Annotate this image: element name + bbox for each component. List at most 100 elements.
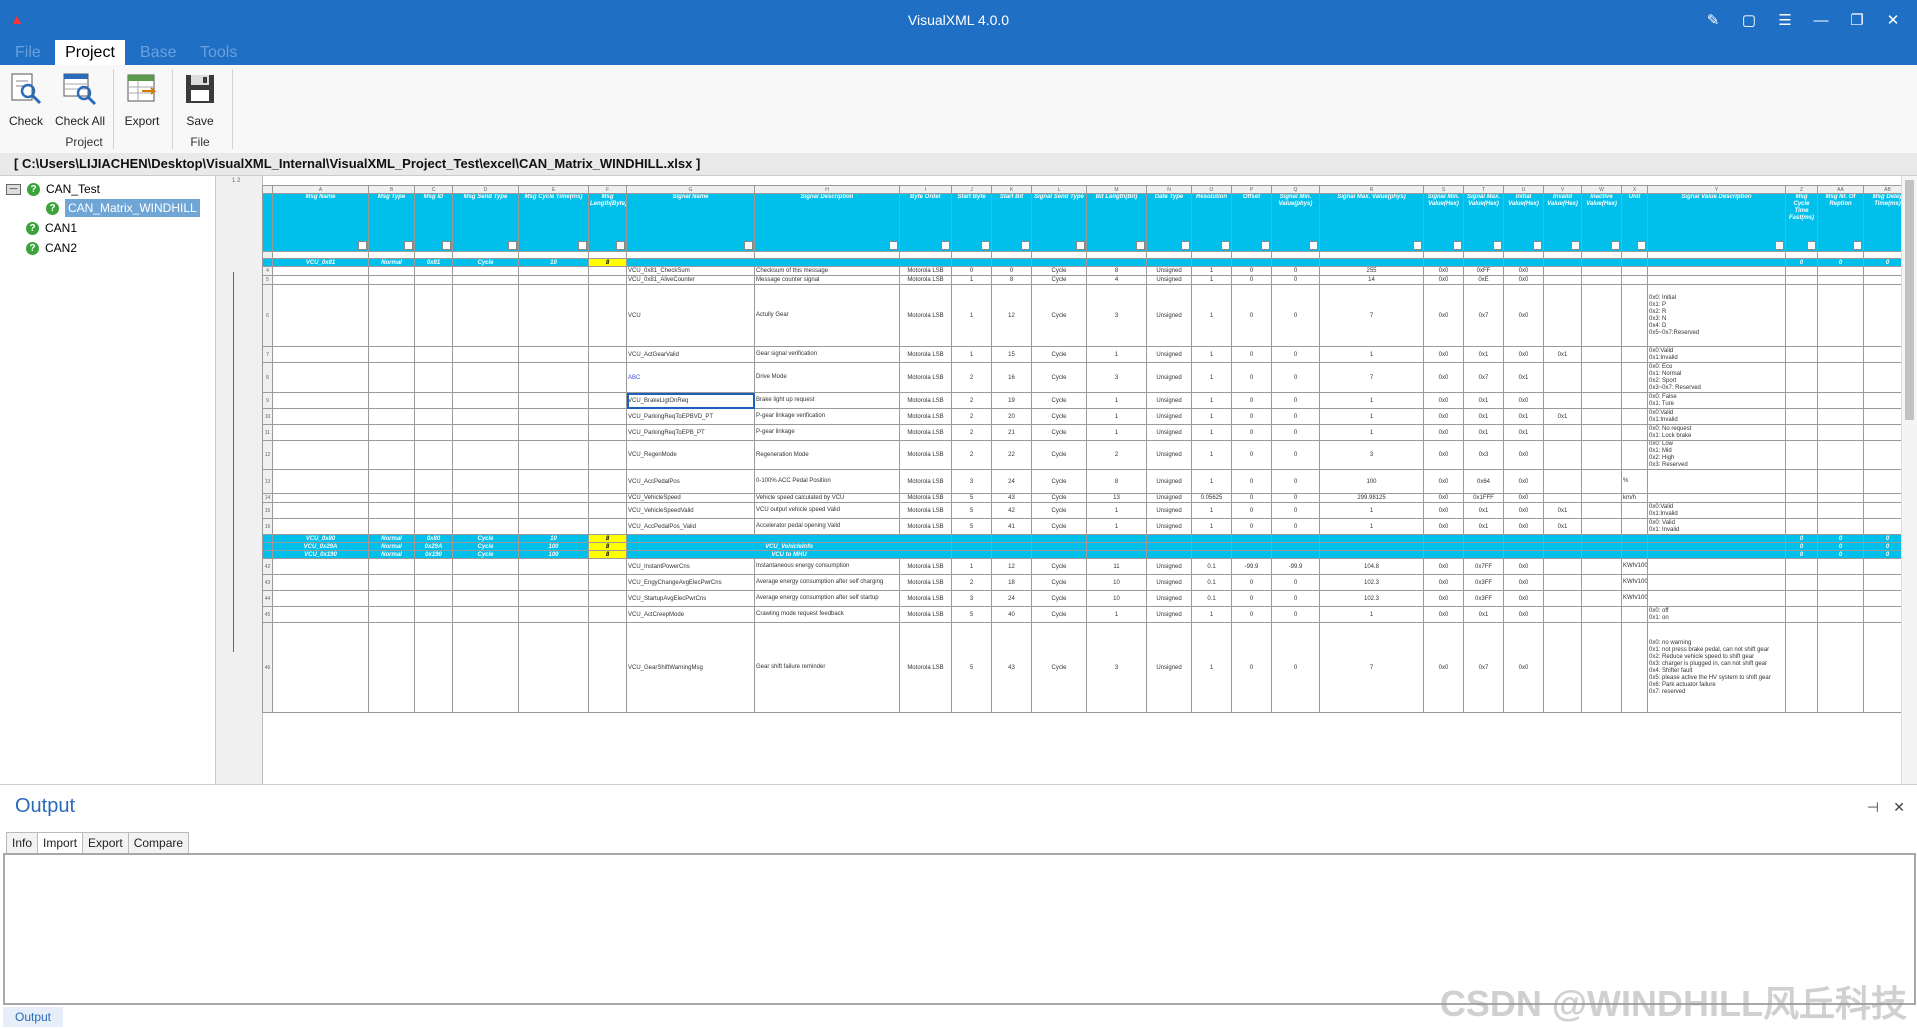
signal-sbit-cell[interactable]: 20: [991, 408, 1032, 425]
signal-res-cell[interactable]: 1: [1191, 266, 1232, 276]
signal-minh-cell[interactable]: 0x0: [1423, 392, 1464, 409]
corner-cell[interactable]: [262, 185, 273, 194]
signal-res-cell[interactable]: 1: [1191, 440, 1232, 470]
signal-init-cell[interactable]: 0x0: [1503, 606, 1544, 623]
signal-order-cell[interactable]: Motorola LSB: [899, 574, 952, 591]
signal-unit-cell[interactable]: [1621, 392, 1648, 409]
column-header[interactable]: Offset: [1231, 193, 1272, 252]
signal-unit-cell[interactable]: [1621, 424, 1648, 441]
signal-name-cell[interactable]: VCU_BrakeLigtOnReq: [626, 392, 755, 409]
signal-off-cell[interactable]: 0: [1231, 440, 1272, 470]
scroll-thumb[interactable]: [1905, 180, 1914, 420]
signal-order-cell[interactable]: Motorola LSB: [899, 493, 952, 503]
signal-order-cell[interactable]: Motorola LSB: [899, 266, 952, 276]
table-cell[interactable]: [1031, 251, 1087, 259]
signal-maxh-cell[interactable]: 0x1: [1463, 518, 1504, 535]
signal-maxh-cell[interactable]: 0x7: [1463, 284, 1504, 347]
signal-sbyte-cell[interactable]: 5: [951, 622, 992, 713]
signal-res-cell[interactable]: 0.05625: [1191, 493, 1232, 503]
signal-maxh-cell[interactable]: 0x7FF: [1463, 558, 1504, 575]
table-cell[interactable]: [1543, 251, 1582, 259]
signal-stype-cell[interactable]: Cycle: [1031, 424, 1087, 441]
filter-dropdown-icon[interactable]: [744, 241, 753, 250]
signal-init-cell[interactable]: 0x0: [1503, 590, 1544, 607]
signal-order-cell[interactable]: Motorola LSB: [899, 346, 952, 363]
signal-max-cell[interactable]: 3: [1319, 440, 1424, 470]
msg-type-cell[interactable]: Normal: [368, 258, 415, 267]
table-cell[interactable]: [272, 493, 369, 503]
table-cell[interactable]: [1817, 469, 1864, 494]
table-cell[interactable]: [1647, 534, 1786, 543]
table-cell[interactable]: [518, 346, 589, 363]
signal-name-cell[interactable]: VCU: [626, 284, 755, 347]
signal-order-cell[interactable]: Motorola LSB: [899, 518, 952, 535]
msg-delay-cell[interactable]: 0: [1863, 550, 1901, 559]
table-cell[interactable]: [452, 408, 519, 425]
table-cell[interactable]: [1785, 284, 1818, 347]
signal-row[interactable]: 11 VCU_ParkingReqToEPB_PT P-gear linkage Mo…: [262, 424, 1901, 441]
table-cell[interactable]: [518, 606, 589, 623]
table-cell[interactable]: [414, 622, 453, 713]
msg-fast-cell[interactable]: 0: [1785, 534, 1818, 543]
signal-maxh-cell[interactable]: 0x1: [1463, 502, 1504, 519]
column-header[interactable]: Invalid Value(Hex): [1543, 193, 1582, 252]
signal-blen-cell[interactable]: 1: [1086, 346, 1147, 363]
filter-dropdown-icon[interactable]: [1136, 241, 1145, 250]
table-cell[interactable]: [1231, 251, 1272, 259]
signal-row[interactable]: 16 VCU_AccPedalPos_Valid Accelerator pedal…: [262, 518, 1901, 535]
tab-compare[interactable]: Compare: [127, 832, 190, 854]
signal-unit-cell[interactable]: [1621, 440, 1648, 470]
signal-sbyte-cell[interactable]: 3: [951, 590, 992, 607]
table-cell[interactable]: [272, 392, 369, 409]
msg-cycle-cell[interactable]: 10: [518, 258, 589, 267]
signal-off-cell[interactable]: 0: [1231, 493, 1272, 503]
signal-off-cell[interactable]: 0: [1231, 518, 1272, 535]
signal-off-cell[interactable]: 0: [1231, 469, 1272, 494]
signal-inv-cell[interactable]: [1543, 392, 1582, 409]
signal-sbyte-cell[interactable]: 5: [951, 518, 992, 535]
table-cell[interactable]: [518, 424, 589, 441]
table-cell[interactable]: [368, 284, 415, 347]
signal-max-cell[interactable]: 102.3: [1319, 574, 1424, 591]
menu-icon[interactable]: ☰: [1767, 0, 1803, 40]
column-header[interactable]: Signal Max. Value(Hex): [1463, 193, 1504, 252]
table-cell[interactable]: [1863, 284, 1901, 347]
signal-minh-cell[interactable]: 0x0: [1423, 266, 1464, 276]
table-cell[interactable]: [368, 266, 415, 276]
table-cell[interactable]: [1463, 258, 1504, 267]
signal-init-cell[interactable]: 0x0: [1503, 469, 1544, 494]
table-cell[interactable]: [1817, 574, 1864, 591]
table-cell[interactable]: [1581, 550, 1622, 559]
table-cell[interactable]: [588, 266, 627, 276]
table-cell[interactable]: [1581, 590, 1622, 607]
row-number[interactable]: 43: [262, 574, 273, 591]
table-cell[interactable]: [368, 362, 415, 393]
signal-sbit-cell[interactable]: 8: [991, 275, 1032, 285]
signal-blen-cell[interactable]: 1: [1086, 408, 1147, 425]
table-cell[interactable]: [1785, 275, 1818, 285]
table-cell[interactable]: [588, 424, 627, 441]
signal-init-cell[interactable]: 0x0: [1503, 440, 1544, 470]
filter-dropdown-icon[interactable]: [358, 241, 367, 250]
signal-dtype-cell[interactable]: Unsigned: [1146, 574, 1192, 591]
signal-unit-cell[interactable]: [1621, 502, 1648, 519]
signal-init-cell[interactable]: 0x0: [1503, 622, 1544, 713]
signal-init-cell[interactable]: 0x0: [1503, 284, 1544, 347]
msg-id-cell[interactable]: 0x80: [414, 534, 453, 543]
table-cell[interactable]: [1863, 558, 1901, 575]
table-cell[interactable]: [518, 408, 589, 425]
signal-sbyte-cell[interactable]: 3: [951, 469, 992, 494]
signal-min-cell[interactable]: 0: [1271, 502, 1320, 519]
table-cell[interactable]: [414, 502, 453, 519]
signal-minh-cell[interactable]: 0x0: [1423, 622, 1464, 713]
table-cell[interactable]: [1621, 550, 1648, 559]
table-cell[interactable]: [1817, 590, 1864, 607]
table-cell[interactable]: [588, 275, 627, 285]
table-cell[interactable]: [1863, 346, 1901, 363]
filter-dropdown-icon[interactable]: [1021, 241, 1030, 250]
signal-stype-cell[interactable]: Cycle: [1031, 275, 1087, 285]
table-cell[interactable]: [1817, 284, 1864, 347]
column-header[interactable]: Signal Min. Value(Hex): [1423, 193, 1464, 252]
table-cell[interactable]: [1863, 574, 1901, 591]
signal-blen-cell[interactable]: 4: [1086, 275, 1147, 285]
